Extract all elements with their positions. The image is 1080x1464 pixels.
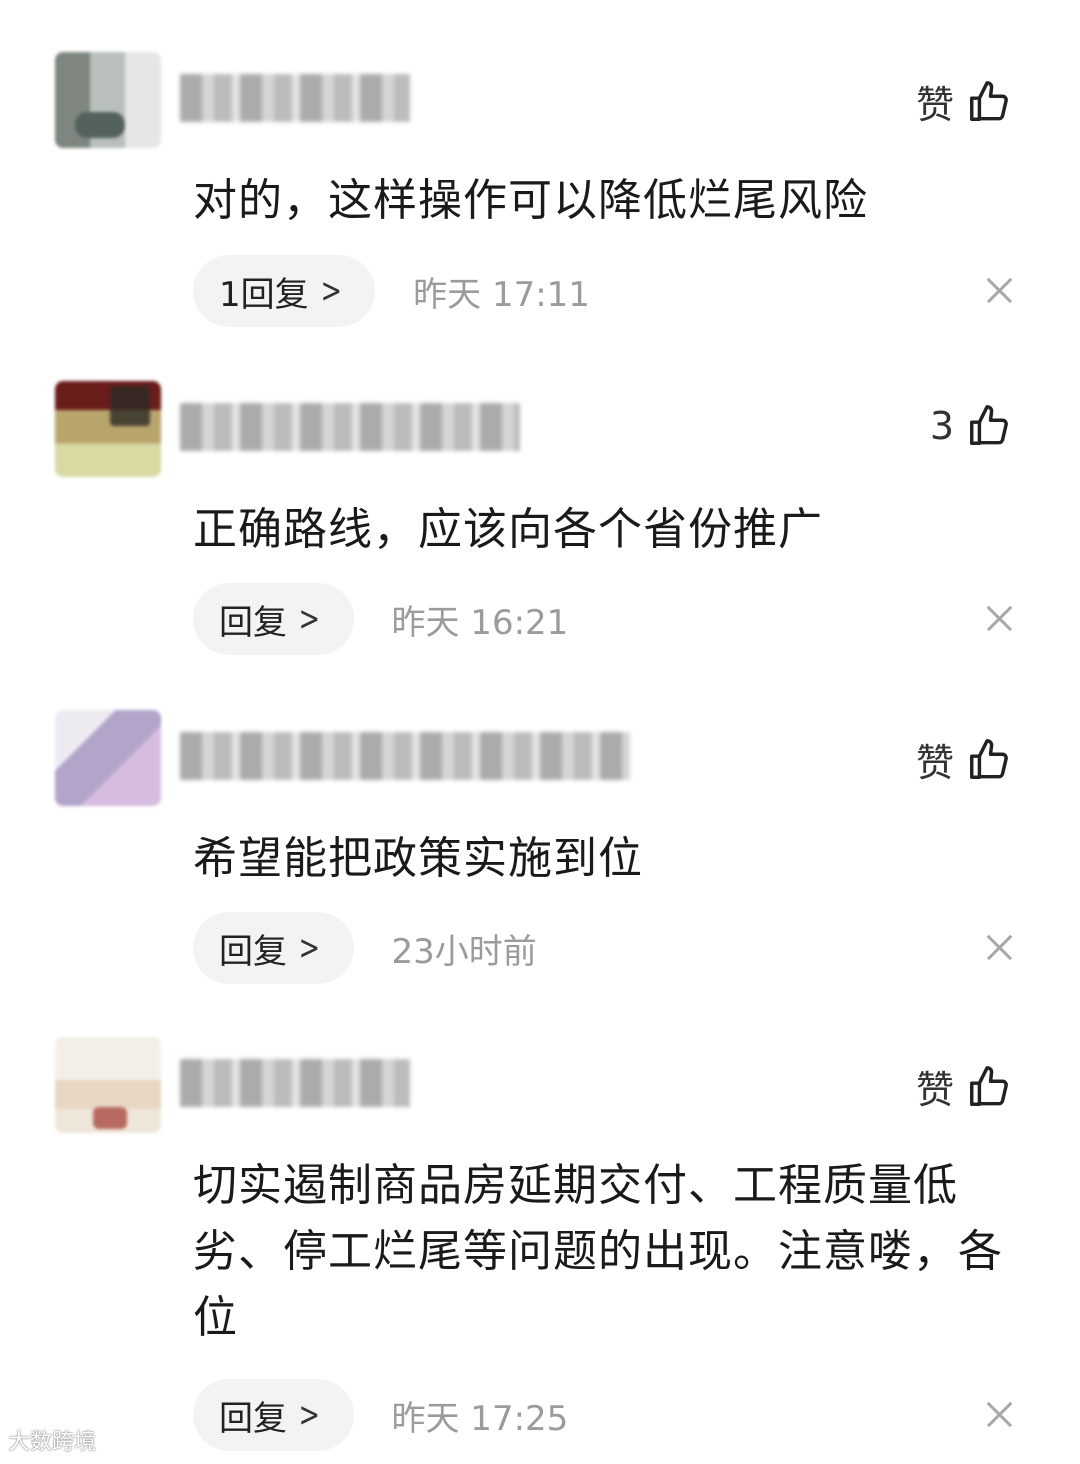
like-button[interactable]: 赞 [916, 74, 1012, 129]
like-count: 赞 [915, 741, 954, 785]
like-button[interactable]: 赞 [916, 1059, 1012, 1114]
close-icon[interactable] [986, 605, 1012, 631]
avatar[interactable] [55, 710, 161, 806]
like-button[interactable]: 赞 [916, 732, 1012, 787]
like-count: 赞 [915, 83, 954, 127]
like-button[interactable]: 3 [930, 403, 1012, 449]
username-blurred[interactable] [180, 403, 520, 451]
close-icon[interactable] [986, 1401, 1012, 1427]
comment-text: 正确路线，应该向各个省份推广 [193, 504, 823, 555]
reply-label: 1回复 [219, 274, 309, 315]
reply-label: 回复 [219, 1398, 287, 1439]
watermark-text: 大数跨境 [8, 1430, 97, 1455]
comment-meta: 回复 > 昨天 16:21 [193, 583, 568, 655]
avatar[interactable] [55, 1037, 161, 1133]
comment-text: 希望能把政策实施到位 [193, 833, 643, 884]
username-blurred[interactable] [180, 732, 630, 780]
timestamp: 23小时前 [391, 931, 537, 972]
comment-text: 对的，这样操作可以降低烂尾风险 [193, 175, 868, 226]
reply-button[interactable]: 回复 > [193, 1379, 354, 1451]
thumbs-up-icon [970, 738, 1008, 779]
username-blurred[interactable] [180, 74, 410, 122]
chevron-right-icon: > [298, 1395, 320, 1435]
timestamp: 昨天 17:25 [391, 1398, 569, 1439]
like-count: 3 [929, 404, 954, 448]
comment-meta: 回复 > 23小时前 [193, 912, 537, 984]
avatar[interactable] [55, 52, 161, 148]
chevron-right-icon: > [298, 599, 320, 639]
close-icon[interactable] [986, 277, 1012, 303]
like-count: 赞 [915, 1068, 954, 1112]
thumbs-up-icon [970, 1065, 1008, 1106]
chevron-right-icon: > [298, 928, 320, 968]
comment-text: 切实遏制商品房延期交付、工程质量低劣、停工烂尾等问题的出现。注意喽，各位 [193, 1160, 1003, 1343]
reply-label: 回复 [219, 602, 287, 643]
timestamp: 昨天 16:21 [391, 602, 569, 643]
reply-label: 回复 [219, 931, 287, 972]
reply-button[interactable]: 1回复 > [193, 255, 376, 327]
thumbs-up-icon [970, 80, 1008, 121]
close-icon[interactable] [986, 934, 1012, 960]
thumbs-up-icon [970, 405, 1008, 445]
watermark: 大数跨境 [8, 1424, 96, 1456]
username-blurred[interactable] [180, 1059, 410, 1107]
reply-button[interactable]: 回复 > [193, 912, 354, 984]
comment-meta: 回复 > 昨天 17:25 [193, 1379, 568, 1451]
avatar[interactable] [55, 381, 161, 477]
timestamp: 昨天 17:11 [413, 274, 590, 315]
comment-meta: 1回复 > 昨天 17:11 [193, 255, 590, 327]
reply-button[interactable]: 回复 > [193, 583, 354, 655]
chevron-right-icon: > [320, 271, 342, 311]
